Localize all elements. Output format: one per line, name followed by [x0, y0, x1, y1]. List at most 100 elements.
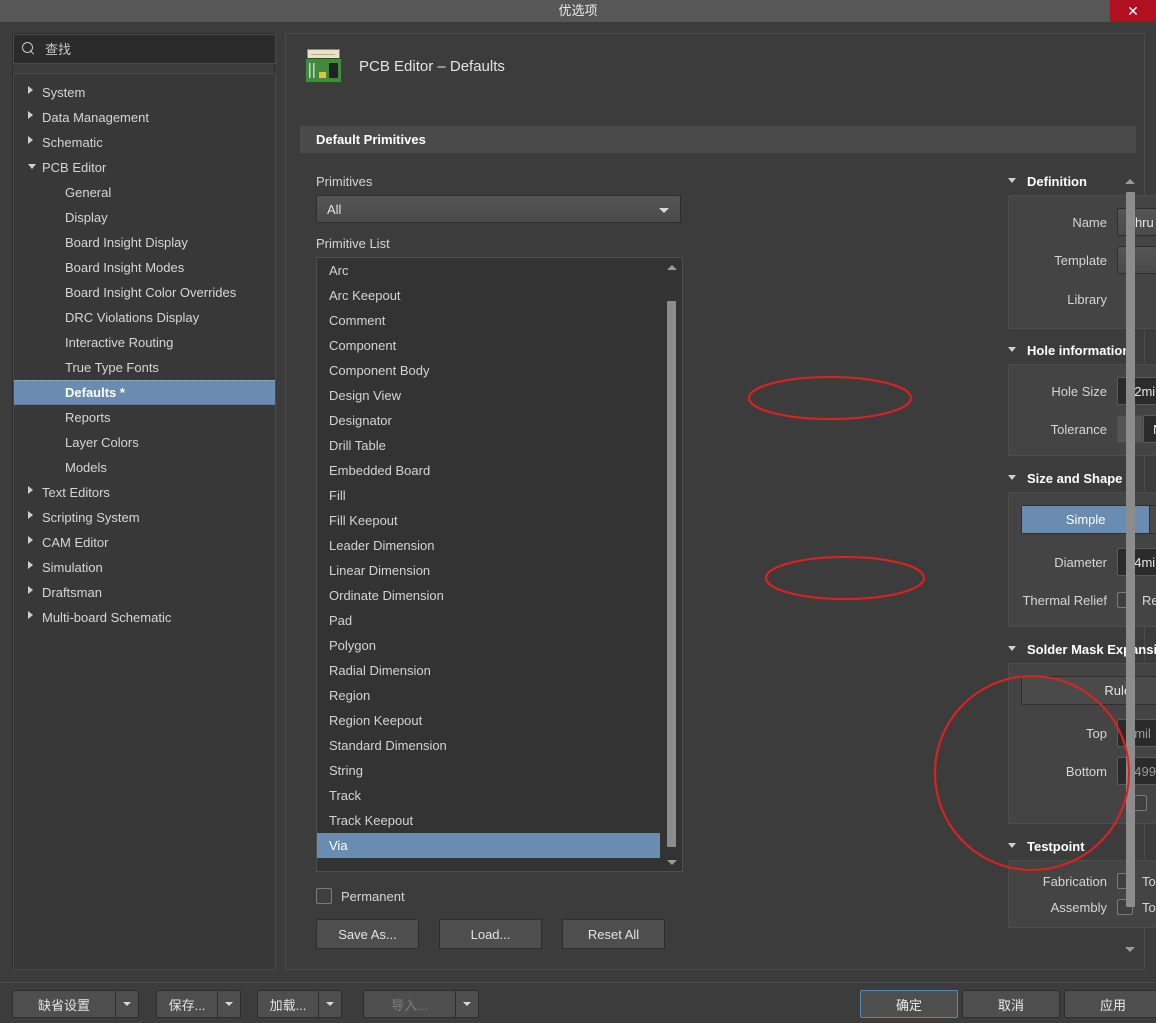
list-item[interactable]: Leader Dimension — [317, 533, 660, 558]
sidebar-item-schematic[interactable]: Schematic — [14, 130, 275, 155]
testpoint-title: Testpoint — [1027, 839, 1085, 854]
sidebar-item-simulation[interactable]: Simulation — [14, 555, 275, 580]
load-button[interactable]: Load... — [439, 919, 542, 949]
sidebar-item-label: Reports — [65, 410, 111, 425]
tolerance-label: Tolerance — [1050, 421, 1107, 437]
list-item[interactable]: Design View — [317, 383, 660, 408]
sidebar-item-label: Layer Colors — [65, 435, 139, 450]
primitive-list-scrollbar[interactable] — [662, 259, 681, 870]
template-label: Template — [1054, 252, 1107, 268]
list-item[interactable]: Comment — [317, 308, 660, 333]
footer-save-label[interactable]: 保存... — [156, 990, 218, 1018]
sidebar-item-system[interactable]: System — [14, 80, 275, 105]
list-item[interactable]: Linear Dimension — [317, 558, 660, 583]
chevron-right-icon[interactable] — [28, 479, 42, 504]
list-item[interactable]: Track Keepout — [317, 808, 660, 833]
properties-scrollbar[interactable] — [1122, 174, 1138, 956]
sidebar-item-models[interactable]: Models — [14, 455, 275, 480]
chevron-right-icon[interactable] — [28, 554, 42, 579]
chevron-right-icon[interactable] — [28, 504, 42, 529]
scroll-up-icon[interactable] — [662, 259, 681, 275]
list-item[interactable]: Via — [317, 833, 660, 858]
footer-save-dropdown-icon[interactable] — [218, 990, 241, 1018]
list-item[interactable]: Region Keepout — [317, 708, 660, 733]
pcb-board-icon — [305, 49, 345, 83]
list-item[interactable]: Component Body — [317, 358, 660, 383]
sidebar-item-true-type-fonts[interactable]: True Type Fonts — [14, 355, 275, 380]
chevron-right-icon[interactable] — [28, 104, 42, 129]
sidebar-item-board-insight-display[interactable]: Board Insight Display — [14, 230, 275, 255]
search-input[interactable] — [43, 40, 258, 58]
scroll-down-icon[interactable] — [1122, 942, 1138, 956]
footer-import-dropdown-icon[interactable] — [456, 990, 479, 1018]
sidebar-item-cam-editor[interactable]: CAM Editor — [14, 530, 275, 555]
stack-mode-top-middle-bottom[interactable]: Top-Middle-Bottom — [1149, 505, 1156, 534]
sidebar-item-label: Text Editors — [42, 485, 110, 500]
search-box[interactable] — [13, 34, 276, 64]
list-item[interactable]: Radial Dimension — [317, 658, 660, 683]
primitives-filter-value: All — [327, 201, 342, 217]
chevron-right-icon[interactable] — [28, 604, 42, 629]
list-item[interactable]: Arc — [317, 258, 660, 283]
sidebar-item-general[interactable]: General — [14, 180, 275, 205]
footer-save-button[interactable]: 保存... — [156, 990, 241, 1018]
ok-button[interactable]: 确定 — [860, 990, 958, 1018]
list-item[interactable]: Drill Table — [317, 433, 660, 458]
save-as-button[interactable]: Save As... — [316, 919, 419, 949]
chevron-right-icon[interactable] — [28, 129, 42, 154]
close-icon[interactable]: ✕ — [1110, 0, 1156, 22]
footer-defaults-label[interactable]: 缺省设置 — [12, 990, 116, 1018]
sidebar-item-board-insight-modes[interactable]: Board Insight Modes — [14, 255, 275, 280]
chevron-right-icon[interactable] — [28, 579, 42, 604]
sidebar-item-scripting-system[interactable]: Scripting System — [14, 505, 275, 530]
diameter-label: Diameter — [1054, 554, 1107, 570]
cancel-button[interactable]: 取消 — [962, 990, 1060, 1018]
scroll-thumb[interactable] — [667, 301, 676, 847]
sidebar-item-defaults[interactable]: Defaults * — [14, 380, 275, 405]
list-item[interactable]: Region — [317, 683, 660, 708]
list-item[interactable]: Embedded Board — [317, 458, 660, 483]
footer-defaults-button[interactable]: 缺省设置 — [12, 990, 139, 1018]
chevron-down-icon[interactable] — [28, 154, 42, 179]
sidebar-item-reports[interactable]: Reports — [14, 405, 275, 430]
apply-button[interactable]: 应用 — [1064, 990, 1156, 1018]
list-item[interactable]: Standard Dimension — [317, 733, 660, 758]
list-item[interactable]: Arc Keepout — [317, 283, 660, 308]
footer-defaults-dropdown-icon[interactable] — [116, 990, 139, 1018]
scroll-thumb[interactable] — [1126, 192, 1135, 907]
sidebar-item-label: PCB Editor — [42, 160, 107, 175]
sidebar-item-text-editors[interactable]: Text Editors — [14, 480, 275, 505]
sidebar-item-drc-violations-display[interactable]: DRC Violations Display — [14, 305, 275, 330]
window-title: 优选项 — [558, 3, 598, 18]
mask-bottom-label: Bottom — [1065, 763, 1107, 779]
list-item[interactable]: Fill — [317, 483, 660, 508]
primitives-filter-select[interactable]: All — [316, 195, 681, 223]
primitive-listbox[interactable]: Arc Arc Keepout Comment Component Component … — [316, 257, 683, 872]
list-item[interactable]: String — [317, 758, 660, 783]
sidebar-item-draftsman[interactable]: Draftsman — [14, 580, 275, 605]
list-item[interactable]: Designator — [317, 408, 660, 433]
list-item[interactable]: Fill Keepout — [317, 508, 660, 533]
footer-load-dropdown-icon[interactable] — [319, 990, 342, 1018]
permanent-checkbox[interactable] — [316, 888, 332, 904]
footer-load-label[interactable]: 加载... — [257, 990, 319, 1018]
sidebar-item-board-insight-color-overrides[interactable]: Board Insight Color Overrides — [14, 280, 275, 305]
chevron-right-icon[interactable] — [28, 529, 42, 554]
sidebar-item-pcb-editor[interactable]: PCB Editor — [14, 155, 275, 180]
list-item[interactable]: Ordinate Dimension — [317, 583, 660, 608]
tolerance-plus-input[interactable]: N/A — [1143, 415, 1156, 443]
list-item[interactable]: Pad — [317, 608, 660, 633]
reset-all-button[interactable]: Reset All — [562, 919, 665, 949]
sidebar-item-data-management[interactable]: Data Management — [14, 105, 275, 130]
chevron-right-icon[interactable] — [28, 79, 42, 104]
sidebar-item-display[interactable]: Display — [14, 205, 275, 230]
sidebar-item-interactive-routing[interactable]: Interactive Routing — [14, 330, 275, 355]
footer-load-button[interactable]: 加载... — [257, 990, 342, 1018]
list-item[interactable]: Component — [317, 333, 660, 358]
sidebar-item-layer-colors[interactable]: Layer Colors — [14, 430, 275, 455]
list-item[interactable]: Track — [317, 783, 660, 808]
scroll-down-icon[interactable] — [662, 854, 681, 870]
list-item[interactable]: Polygon — [317, 633, 660, 658]
sidebar-item-multi-board-schematic[interactable]: Multi-board Schematic — [14, 605, 275, 630]
scroll-up-icon[interactable] — [1122, 174, 1138, 188]
